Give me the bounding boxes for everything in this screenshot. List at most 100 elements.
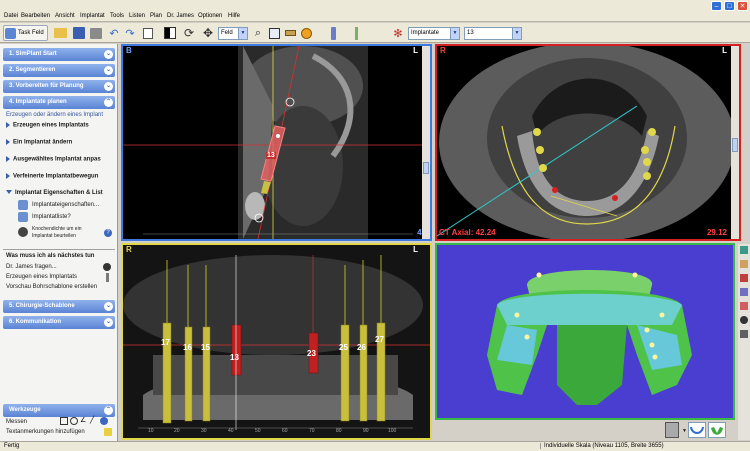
menu-bearbeiten[interactable]: Bearbeiten [21,13,50,19]
model-thumbnail-icon[interactable] [708,422,726,438]
menu-datei[interactable]: Datei [4,13,18,19]
teeth-icon[interactable] [740,246,748,254]
menu-optionen[interactable]: Optionen [198,13,222,19]
scroll-thumb[interactable] [423,162,429,174]
step-segmentieren[interactable]: 2. Segmentieren ⌄ [3,64,115,77]
render3d-view[interactable] [435,243,735,420]
settings-icon[interactable] [740,330,748,338]
menu-ansicht[interactable]: Ansicht [55,13,75,19]
implant-button[interactable] [323,25,343,41]
angle-tool-icon[interactable]: ∠ [80,417,88,425]
line-tool-icon[interactable]: ╱ [90,417,98,425]
menu-listen[interactable]: Listen [129,13,145,19]
step-implantate-planen[interactable]: 4. Implantate planen ⌃ [3,96,115,109]
bone-icon[interactable] [740,260,748,268]
rotate-button[interactable]: ⟳ [181,25,197,41]
nerve-icon[interactable] [740,274,748,282]
window-controls: – □ ✕ [711,1,748,13]
menu-hilfe[interactable]: Hilfe [228,13,240,19]
arch-thumbnail-icon[interactable] [688,422,706,438]
taskfield-button[interactable]: Task Feld [3,25,48,41]
open-button[interactable] [52,25,68,41]
next-item[interactable]: Vorschau Bohrschablone erstellen [6,284,97,290]
action-anpassen[interactable]: Ausgewähltes Implantat anpas [6,156,101,163]
minimize-icon[interactable]: – [711,1,722,11]
circle-tool-icon[interactable] [70,417,78,425]
axial-view[interactable]: R L CT Axial: 42.24 29.12 [435,44,741,241]
tool-messen[interactable]: Messen [6,419,27,425]
step-chirurgie-schablone[interactable]: 5. Chirurgie-Schablone ⌄ [3,300,115,313]
implant-icon[interactable] [740,288,748,296]
tooth-button[interactable]: ✻ [390,25,406,41]
implant-label[interactable]: 23 [307,349,316,358]
maximize-icon[interactable]: □ [724,1,735,11]
contrast-button[interactable] [162,25,178,41]
zoom-button[interactable]: ⌕ [251,25,265,41]
save-button[interactable] [71,25,87,41]
axial-scrollbar[interactable] [731,46,739,239]
next-item[interactable]: Erzeugen eines Implantats [6,274,77,280]
tooth-icon[interactable] [740,302,748,310]
note-icon[interactable] [104,428,112,436]
implant-label[interactable]: 25 [339,343,348,352]
measure-button[interactable] [283,25,297,41]
implant-label[interactable]: 26 [357,343,366,352]
menu-implantat[interactable]: Implantat [80,13,105,19]
undo-button[interactable]: ↶ [107,25,121,41]
implant-label[interactable]: 13 [266,152,276,159]
task-sidebar: 1. SimPlant Start ⌄ 2. Segmentieren ⌄ 3. V… [0,44,118,441]
rotate-icon[interactable] [740,316,748,324]
chevron-down-icon: ⌄ [104,50,113,59]
head-thumbnail-icon[interactable] [665,422,679,438]
panoramic-view[interactable]: R L 17 16 15 13 23 25 26 27 10 20 30 40 … [121,243,432,440]
sagittal-view[interactable]: B L 13 42 [121,44,432,241]
action-aendern[interactable]: Ein Implantat ändern [6,139,72,146]
view-select[interactable]: Feld ▼ [218,27,248,40]
close-icon[interactable]: ✕ [737,1,748,11]
implant-label[interactable]: 13 [230,353,239,362]
drill-button[interactable] [349,25,363,41]
help-icon[interactable] [100,417,108,425]
measure-tools: ∠ ╱ [60,417,108,425]
menu-tools[interactable]: Tools [110,13,124,19]
view-label-right: L [413,46,418,55]
next-item[interactable]: Dr. James fragen... [6,264,57,270]
arrow-right-icon [6,122,10,128]
copy-button[interactable] [141,25,155,41]
print-button[interactable] [88,25,104,41]
chevron-down-icon: ⌄ [104,82,113,91]
sub-liste[interactable]: Implantatliste? [32,214,71,220]
copy-icon [143,27,153,39]
implant-select[interactable]: Implantate ▼ [408,27,460,40]
tooth-icon: ✻ [393,27,403,40]
tools-header[interactable]: Werkzeuge ⌃ [3,404,115,417]
density-line2[interactable]: Implantat beurteilen [32,233,76,239]
print-icon [90,27,102,39]
menu-plan[interactable]: Plan [150,13,162,19]
redo-button[interactable]: ↷ [123,25,137,41]
pan-button[interactable]: ✥ [200,25,216,41]
sagittal-scrollbar[interactable] [422,46,430,239]
tool-text[interactable]: Textanmerkungen hinzufügen [6,429,85,435]
implant-label[interactable]: 27 [375,335,384,344]
sub-eigenschaften[interactable]: Implantateigenschaften... [32,202,99,208]
step-simplant-start[interactable]: 1. SimPlant Start ⌄ [3,48,115,61]
rect-tool-icon[interactable] [60,417,68,425]
help-icon[interactable]: ? [104,229,112,237]
render3d-image [487,270,692,405]
implant-number-select[interactable]: 13 ▼ [464,27,522,40]
scroll-thumb[interactable] [732,138,738,152]
implant-label[interactable]: 16 [183,343,192,352]
step-vorbereiten[interactable]: 3. Vorbereiten für Planung ⌄ [3,80,115,93]
view-label-left: R [440,46,446,55]
zoom-fit-button[interactable] [267,25,281,41]
density-line1[interactable]: Knochendichte um ein [32,226,81,232]
action-eigenschaften[interactable]: Implantat Eigenschaften & List [6,190,103,196]
step-kommunikation[interactable]: 6. Kommunikation ⌄ [3,316,115,329]
menu-dr-james[interactable]: Dr. James [167,13,194,19]
implant-label[interactable]: 17 [161,338,170,347]
implant-label[interactable]: 15 [201,343,210,352]
action-bewegung[interactable]: Verfeinerte Implantatbewegun [6,173,98,180]
density-button[interactable] [299,25,313,41]
action-erzeugen[interactable]: Erzeugen eines Implantats [6,122,89,129]
